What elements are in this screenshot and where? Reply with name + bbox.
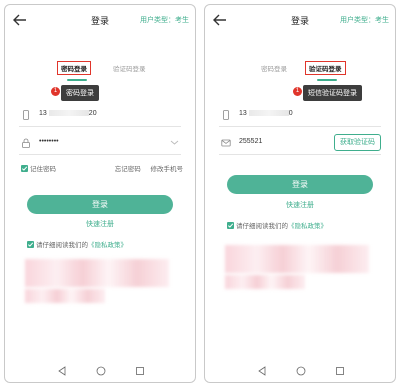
tab-sms-login[interactable]: 验证码登录 — [113, 63, 146, 73]
login-tabs: 密码登录 验证码登录 — [5, 61, 195, 83]
active-tab-indicator — [67, 79, 87, 81]
nav-home-icon[interactable] — [96, 366, 106, 376]
phone-value-prefix: 13 — [239, 110, 247, 117]
system-nav-bar — [205, 360, 395, 382]
privacy-prefix: 请仔细阅读我们的 — [36, 242, 88, 249]
active-tab-indicator — [317, 79, 337, 81]
change-phone-link[interactable]: 修改手机号 — [151, 166, 184, 173]
nav-recent-icon[interactable] — [135, 366, 145, 376]
password-field[interactable]: •••••••• — [19, 131, 181, 155]
masked-digits — [248, 110, 289, 117]
privacy-prefix: 请仔细阅读我们的 — [236, 223, 288, 230]
get-code-button[interactable]: 获取验证码 — [334, 134, 381, 151]
phone-icon — [23, 110, 29, 120]
mail-icon — [221, 139, 231, 147]
verification-code-value: 255521 — [239, 138, 263, 145]
login-tabs: 密码登录 验证码登录 — [205, 61, 395, 83]
tab-password-login[interactable]: 密码登录 — [261, 63, 287, 73]
check-icon — [27, 242, 34, 247]
check-icon — [21, 166, 28, 171]
login-button[interactable]: 登录 — [27, 195, 173, 214]
login-options: 记住密码 忘记密码 修改手机号 — [21, 163, 183, 175]
phone-value-suffix: 0 — [288, 110, 293, 117]
nav-recent-icon[interactable] — [335, 366, 345, 376]
redacted-content — [225, 245, 369, 273]
phone-sms-login: 登录 用户类型：考生 密码登录 验证码登录 1 短信验证码登录 13 0 2555… — [204, 4, 396, 383]
tab-sms-login[interactable]: 验证码登录 — [305, 61, 346, 75]
masked-digits — [48, 110, 89, 117]
privacy-checkbox[interactable] — [27, 241, 34, 248]
app-header: 登录 用户类型：考生 — [205, 5, 395, 37]
nav-back-icon[interactable] — [57, 366, 67, 376]
redacted-content — [25, 259, 169, 287]
login-button[interactable]: 登录 — [227, 175, 373, 194]
register-link[interactable]: 快速注册 — [5, 219, 195, 229]
system-nav-bar — [5, 360, 195, 382]
privacy-agreement: 请仔细阅读我们的《隐私政策》 — [227, 220, 389, 230]
remember-password-label: 记住密码 — [30, 166, 56, 173]
user-type-selector[interactable]: 用户类型：考生 — [140, 15, 189, 25]
step-badge: 1 — [51, 87, 60, 96]
user-type-selector[interactable]: 用户类型：考生 — [340, 15, 389, 25]
privacy-agreement: 请仔细阅读我们的《隐私政策》 — [27, 239, 189, 249]
phone-icon — [223, 110, 229, 120]
phone-field[interactable]: 13 20 — [19, 103, 181, 127]
lock-icon — [22, 138, 30, 148]
privacy-policy-link[interactable]: 《隐私政策》 — [288, 223, 327, 230]
nav-back-icon[interactable] — [257, 366, 267, 376]
phone-password-login: 登录 用户类型：考生 密码登录 验证码登录 1 密码登录 13 20 ••••••… — [4, 4, 196, 383]
privacy-policy-link[interactable]: 《隐私政策》 — [88, 242, 127, 249]
annotation-callout: 短信验证码登录 — [303, 85, 362, 101]
app-header: 登录 用户类型：考生 — [5, 5, 195, 37]
phone-field[interactable]: 13 0 — [219, 103, 381, 127]
chevron-down-icon[interactable] — [170, 139, 179, 146]
privacy-checkbox[interactable] — [227, 222, 234, 229]
annotation-callout: 密码登录 — [61, 85, 99, 101]
forgot-password-link[interactable]: 忘记密码 — [115, 166, 141, 173]
redacted-content — [25, 289, 105, 303]
check-icon — [227, 223, 234, 228]
redacted-content — [225, 275, 305, 289]
remember-checkbox[interactable] — [21, 165, 28, 172]
phone-value-suffix: 20 — [88, 110, 97, 117]
register-link[interactable]: 快速注册 — [205, 200, 395, 210]
tab-password-login[interactable]: 密码登录 — [57, 61, 91, 75]
verification-code-field[interactable]: 255521 获取验证码 — [219, 131, 381, 155]
password-value: •••••••• — [39, 138, 59, 145]
phone-value-prefix: 13 — [39, 110, 47, 117]
nav-home-icon[interactable] — [296, 366, 306, 376]
step-badge: 1 — [293, 87, 302, 96]
